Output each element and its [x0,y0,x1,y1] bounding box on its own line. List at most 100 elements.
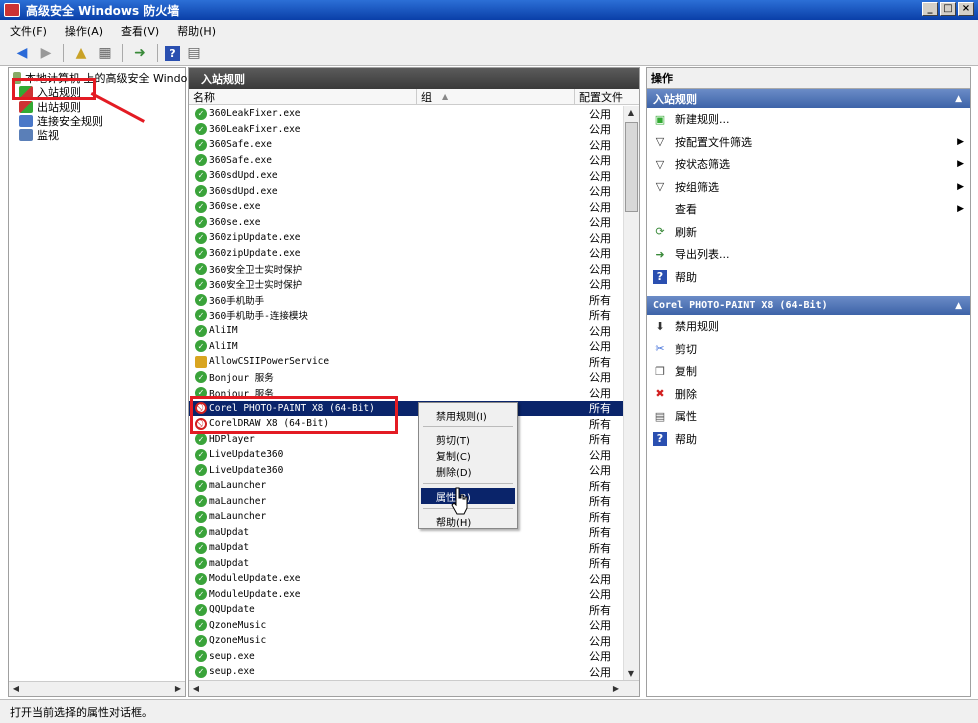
collapse-icon[interactable]: ▲ [955,94,962,104]
table-row[interactable]: ✓ 360sdUpd.exe 公用 [189,184,625,200]
scroll-thumb[interactable] [625,122,638,212]
table-row[interactable]: ✓ 360zipUpdate.exe 公用 [189,246,625,262]
tree-item-connection-security-rules[interactable]: 连接安全规则 [19,113,103,128]
rule-name: maUpdat [209,526,250,538]
rule-name: QzoneMusic [209,635,267,647]
scroll-left-icon[interactable]: ◀ [9,682,23,695]
tree-item-monitoring[interactable]: 监视 [19,127,59,142]
tree-horizontal-scrollbar[interactable]: ◀ ▶ [9,681,185,696]
rules-vertical-scrollbar[interactable]: ▲ ▼ [623,106,639,680]
show-hide-tree-icon[interactable]: ▦ [95,43,115,63]
table-row[interactable]: ✓ 360Safe.exe 公用 [189,137,625,153]
rule-name: 360手机助手-连接模块 [209,311,308,323]
menu-view[interactable]: 查看(V) [121,23,159,39]
forward-icon[interactable]: ▶ [36,43,56,63]
back-icon[interactable]: ◀ [12,43,32,63]
table-row[interactable]: ✓ 360sdUpd.exe 公用 [189,168,625,184]
column-group-header[interactable]: 组 ▲ [417,89,575,104]
table-row[interactable]: ✓ 360Safe.exe 公用 [189,153,625,169]
table-row[interactable]: ✓ 360LeakFixer.exe 公用 [189,106,625,122]
up-folder-icon[interactable]: ▲ [71,43,91,63]
table-row[interactable]: ✓ 360手机助手-连接模块 所有 [189,308,625,324]
action-item[interactable]: ▽ 按状态筛选 ▶ [647,153,970,176]
help-icon[interactable]: ? [165,45,180,61]
column-name-header[interactable]: 名称 [189,89,417,104]
table-row[interactable]: ✓ QzoneMusic 公用 [189,633,625,649]
actions-section-selected-rule[interactable]: Corel PHOTO-PAINT X8 (64-Bit) ▲ [647,296,970,315]
export-icon[interactable]: ➜ [130,43,150,63]
table-row[interactable]: ✓ QQUpdate 所有 [189,602,625,618]
scroll-right-icon[interactable]: ▶ [171,682,185,695]
table-row[interactable]: ✓ 360se.exe 公用 [189,215,625,231]
table-row[interactable]: ✓ ModuleUpdate.exe 公用 [189,571,625,587]
actions-section-inbound-rules[interactable]: 入站规则 ▲ [647,89,970,108]
table-row[interactable]: ✓ maUpdat 所有 [189,525,625,541]
rule-profile: 公用 [589,572,611,586]
table-row[interactable]: ✓ 360LeakFixer.exe 公用 [189,122,625,138]
rule-name: seup.exe [209,650,255,662]
action-item[interactable]: ▽ 按配置文件筛选 ▶ [647,131,970,154]
action-item[interactable]: ⟳ 刷新 [647,221,970,244]
table-row[interactable]: ✓ AliIM 公用 [189,339,625,355]
action-item[interactable]: ▽ 按组筛选 ▶ [647,176,970,199]
close-button[interactable]: × [958,2,974,16]
menu-divider [423,483,513,484]
scroll-right-icon[interactable]: ▶ [609,682,623,695]
rule-profile: 公用 [589,278,611,292]
navigation-tree: 本地计算机 上的高级安全 Window 入站规则 出站规则 连接安全规则 监视 … [8,67,196,697]
rule-profile: 公用 [589,138,611,152]
scroll-up-icon[interactable]: ▲ [624,106,638,119]
rules-horizontal-scrollbar[interactable]: ◀ ▶ [189,680,639,696]
context-delete[interactable]: 删除(D) [421,463,515,479]
action-item[interactable]: ➜ 导出列表... [647,243,970,266]
minimize-button[interactable]: _ [922,2,938,16]
table-row[interactable]: ✓ seup.exe 公用 [189,649,625,665]
action-item[interactable]: ▤ 属性 [647,405,970,428]
action-item[interactable]: ▣ 新建规则... [647,108,970,131]
rule-name: maLauncher [209,495,267,507]
action-item[interactable]: ❐ 复制 [647,360,970,383]
table-row[interactable]: ✓ maUpdat 所有 [189,540,625,556]
table-row[interactable]: ✓ 360se.exe 公用 [189,199,625,215]
action-label: 剪切 [675,342,697,356]
action-item[interactable]: ✖ 删除 [647,383,970,406]
table-row[interactable]: ✓ 360安全卫士实时保护 公用 [189,261,625,277]
table-row[interactable]: ✓ QzoneMusic 公用 [189,618,625,634]
table-row[interactable]: AllowCSIIPowerService 所有 [189,354,625,370]
scroll-down-icon[interactable]: ▼ [624,667,638,680]
rule-name: 360zipUpdate.exe [209,247,301,259]
menu-help[interactable]: 帮助(H) [177,23,216,39]
scroll-left-icon[interactable]: ◀ [189,682,203,695]
rule-profile: 所有 [589,417,611,431]
rule-profile: 公用 [589,386,611,400]
column-profile-header[interactable]: 配置文件 [575,89,625,104]
table-row[interactable]: ✓ AliIM 公用 [189,323,625,339]
action-item[interactable]: ⬇ 禁用规则 [647,315,970,338]
menu-action[interactable]: 操作(A) [65,23,103,39]
maximize-button[interactable]: □ [940,2,956,16]
table-row[interactable]: ✓ maLauncher 所有 [189,478,625,494]
table-row[interactable]: ✓ maLauncher 所有 [189,494,625,510]
table-row[interactable]: ✓ maLauncher 所有 [189,509,625,525]
table-row[interactable]: ✓ Bonjour 服务 公用 [189,370,625,386]
table-row[interactable]: ✓ LiveUpdate360 公用 [189,463,625,479]
action-item[interactable]: 查看 ▶ [647,198,970,221]
action-item[interactable]: ? 帮助 [647,428,970,451]
context-cut[interactable]: 剪切(T) [421,431,515,447]
show-hide-action-pane-icon[interactable]: ▤ [184,43,204,63]
menu-file[interactable]: 文件(F) [10,23,47,39]
table-row[interactable]: ✓ ModuleUpdate.exe 公用 [189,587,625,603]
submenu-arrow-icon: ▶ [957,181,964,192]
action-item[interactable]: ? 帮助 [647,266,970,289]
table-row[interactable]: ✓ seup.exe 公用 [189,664,625,680]
action-item[interactable]: ✂ 剪切 [647,338,970,361]
rules-pane: 入站规则 名称 组 ▲ 配置文件 ✓ 360LeakFixer.exe 公用 ✓ 360… [188,67,640,697]
table-row[interactable]: ✓ LiveUpdate360 公用 [189,447,625,463]
table-row[interactable]: ✓ 360安全卫士实时保护 公用 [189,277,625,293]
table-row[interactable]: ✓ 360zipUpdate.exe 公用 [189,230,625,246]
table-row[interactable]: ✓ maUpdat 所有 [189,556,625,572]
table-row[interactable]: ✓ 360手机助手 所有 [189,292,625,308]
collapse-icon[interactable]: ▲ [955,301,962,311]
context-disable-rule[interactable]: 禁用规则(I) [421,407,515,423]
context-copy[interactable]: 复制(C) [421,447,515,463]
